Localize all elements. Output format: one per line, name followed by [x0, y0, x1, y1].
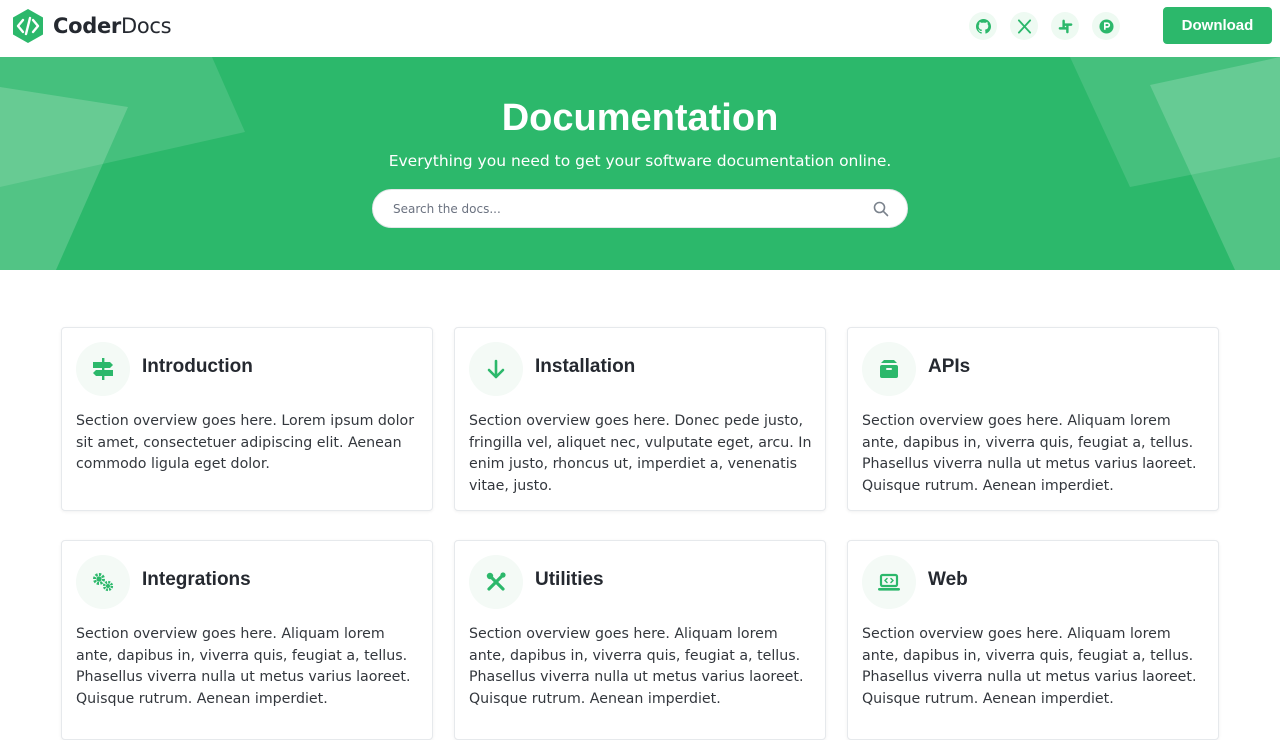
slack-link[interactable]: [1051, 12, 1079, 40]
card-icon-wrap: [469, 555, 523, 609]
product-hunt-icon: [1098, 18, 1114, 34]
slack-icon: [1058, 19, 1072, 33]
github-icon: [975, 18, 991, 34]
product-hunt-link[interactable]: [1092, 12, 1120, 40]
signs-post-icon: [93, 358, 113, 380]
card-text: Section overview goes here. Lorem ipsum …: [76, 413, 415, 472]
social-links: [969, 12, 1120, 40]
search-icon[interactable]: [873, 201, 889, 217]
site-header: CoderDocs Download: [0, 0, 1280, 57]
card-icon-wrap: [862, 342, 916, 396]
page-subtitle: Everything you need to get your software…: [388, 152, 892, 170]
card-title: Integrations: [142, 569, 251, 590]
card-text: Section overview goes here. Aliquam lore…: [862, 413, 1197, 494]
card-text: Section overview goes here. Aliquam lore…: [862, 626, 1197, 707]
card-installation[interactable]: Installation Section overview goes here.…: [454, 327, 826, 511]
x-twitter-icon: [1017, 18, 1031, 34]
card-text: Section overview goes here. Aliquam lore…: [469, 626, 804, 707]
hero-section: Documentation Everything you need to get…: [0, 57, 1280, 270]
download-button[interactable]: Download: [1163, 7, 1272, 44]
box-icon: [880, 360, 898, 378]
tools-icon: [486, 572, 506, 591]
github-link[interactable]: [969, 12, 997, 40]
page-title: Documentation: [501, 97, 779, 139]
card-integrations[interactable]: Integrations Section overview goes here.…: [61, 540, 433, 740]
card-icon-wrap: [862, 555, 916, 609]
card-title: Installation: [535, 356, 636, 377]
card-text: Section overview goes here. Aliquam lore…: [76, 626, 411, 707]
card-title: APIs: [928, 356, 971, 377]
x-twitter-link[interactable]: [1010, 12, 1038, 40]
card-icon-wrap: [76, 555, 130, 609]
laptop-code-icon: [878, 573, 900, 591]
code-logo-icon: [13, 9, 43, 43]
card-title: Web: [928, 569, 968, 590]
card-web[interactable]: Web Section overview goes here. Aliquam …: [847, 540, 1219, 740]
arrow-down-icon: [487, 359, 505, 379]
card-title: Utilities: [535, 569, 604, 590]
brand-name-bold: Coder: [53, 14, 121, 38]
cogs-icon: [93, 573, 114, 592]
card-apis[interactable]: APIs Section overview goes here. Aliquam…: [847, 327, 1219, 511]
brand-logo-link[interactable]: CoderDocs: [10, 8, 172, 44]
card-text: Section overview goes here. Donec pede j…: [469, 413, 812, 494]
card-icon-wrap: [76, 342, 130, 396]
card-introduction[interactable]: Introduction Section overview goes here.…: [61, 327, 433, 511]
card-title: Introduction: [142, 356, 253, 377]
search-input[interactable]: [393, 190, 863, 227]
card-icon-wrap: [469, 342, 523, 396]
card-utilities[interactable]: Utilities Section overview goes here. Al…: [454, 540, 826, 740]
brand-name: CoderDocs: [53, 14, 172, 38]
brand-name-light: Docs: [120, 14, 172, 38]
search-box: [372, 189, 908, 228]
